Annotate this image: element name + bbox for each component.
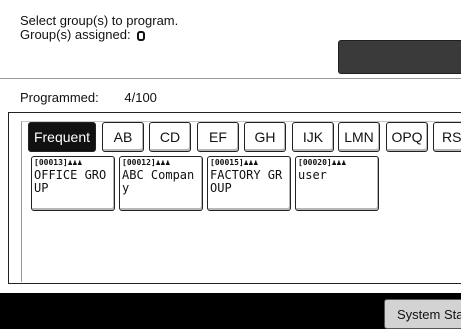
tab-label: AB (113, 129, 133, 145)
tab-ef[interactable]: EF (197, 122, 239, 152)
group-button-office[interactable]: [00013]♟♟♟ OFFICE GROUP (31, 156, 115, 211)
tab-label: CD (159, 129, 181, 145)
tab-cd[interactable]: CD (149, 122, 191, 152)
group-people-icon: ♟♟♟ (331, 158, 347, 167)
tab-label: EF (209, 129, 227, 145)
group-name: OFFICE GROUP (34, 168, 107, 195)
tab-ab[interactable]: AB (102, 122, 144, 152)
group-button-factory[interactable]: [00015]♟♟♟ FACTORY GROUP (207, 156, 291, 211)
tab-frequent[interactable]: Frequent (28, 122, 96, 152)
group-id: [00013]♟♟♟ (34, 158, 83, 167)
group-people-icon: ♟♟♟ (243, 158, 259, 167)
programmed-row: Programmed: 4/100 (20, 90, 157, 105)
instruction-area: Select group(s) to program. Group(s) ass… (20, 14, 178, 42)
assigned-count-box (137, 31, 146, 41)
programmed-count: 4/100 (124, 90, 157, 105)
screen-frame: Select group(s) to program. Group(s) ass… (0, 0, 461, 293)
tab-label: OPQ (391, 129, 423, 145)
group-button-abc[interactable]: [00012]♟♟♟ ABC Company (119, 156, 203, 211)
tab-opq[interactable]: OPQ (386, 122, 428, 152)
assigned-label: Group(s) assigned: (20, 27, 131, 42)
group-people-icon: ♟♟♟ (155, 158, 171, 167)
group-name: FACTORY GROUP (210, 168, 283, 195)
selected-groups-display (338, 40, 461, 74)
tab-ijk[interactable]: IJK (292, 122, 334, 152)
tab-gh[interactable]: GH (244, 122, 286, 152)
tab-label: Frequent (33, 129, 91, 145)
group-id: [00012]♟♟♟ (122, 158, 171, 167)
system-status-label: System Status (397, 306, 461, 322)
assigned-row: Group(s) assigned: 0 (20, 28, 178, 42)
group-name: ABC Company (122, 168, 195, 195)
tab-label: RST (442, 129, 461, 145)
group-people-icon: ♟♟♟ (67, 158, 83, 167)
group-id: [00015]♟♟♟ (210, 158, 259, 167)
tab-label: GH (254, 129, 276, 145)
programmed-label: Programmed: (20, 90, 99, 105)
tab-lmn[interactable]: LMN (338, 122, 380, 152)
tab-label: LMN (344, 129, 374, 145)
group-button-user[interactable]: [00020]♟♟♟ user (295, 156, 379, 211)
tab-rst[interactable]: RST (433, 122, 461, 152)
group-id: [00020]♟♟♟ (298, 158, 347, 167)
instruction-text: Select group(s) to program. (20, 13, 179, 28)
group-name: user (298, 168, 327, 182)
divider (0, 78, 461, 79)
tab-label: IJK (302, 129, 324, 145)
system-status-button[interactable]: System Status (384, 299, 461, 329)
